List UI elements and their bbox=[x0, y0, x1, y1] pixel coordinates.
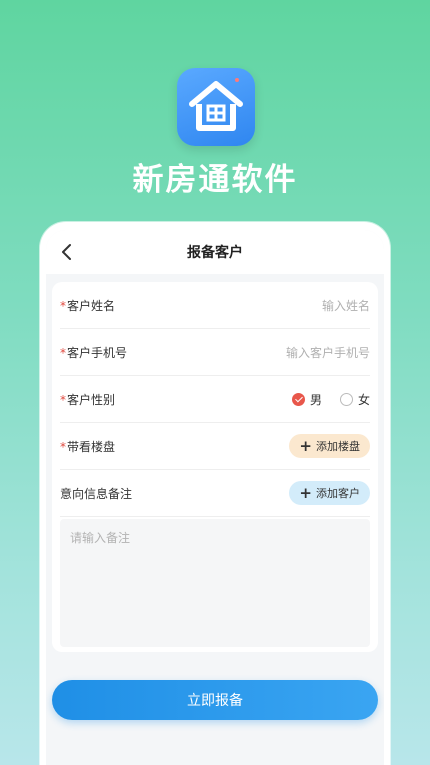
nav-bar: 报备客户 bbox=[46, 230, 384, 274]
name-row: *客户姓名 输入姓名 bbox=[60, 282, 370, 329]
gender-row: *客户性别 男 女 bbox=[60, 376, 370, 423]
plus-icon: + bbox=[299, 484, 312, 502]
required-mark: * bbox=[60, 298, 66, 313]
property-row: *带看楼盘 + 添加楼盘 bbox=[60, 423, 370, 470]
add-customer-button[interactable]: + 添加客户 bbox=[289, 481, 370, 505]
gender-male-label[interactable]: 男 bbox=[310, 391, 322, 408]
app-title: 新房通软件 bbox=[132, 162, 298, 198]
submit-button[interactable]: 立即报备 bbox=[52, 680, 378, 720]
gender-label: *客户性别 bbox=[60, 392, 116, 407]
screen: 报备客户 *客户姓名 输入姓名 *客户手机号 输入客户手机号 *客户性别 男 女 bbox=[46, 230, 384, 765]
gender-male-radio[interactable] bbox=[291, 392, 305, 406]
gender-options: 男 女 bbox=[291, 391, 370, 408]
back-arrow-icon[interactable] bbox=[58, 242, 76, 262]
notes-label: 意向信息备注 bbox=[60, 486, 133, 501]
phone-input[interactable]: 输入客户手机号 bbox=[286, 344, 370, 361]
name-input[interactable]: 输入姓名 bbox=[322, 297, 370, 314]
house-icon bbox=[189, 78, 243, 131]
form-card: *客户姓名 输入姓名 *客户手机号 输入客户手机号 *客户性别 男 女 *带看楼… bbox=[52, 282, 378, 652]
gender-female-radio[interactable] bbox=[339, 392, 353, 406]
gender-female-label[interactable]: 女 bbox=[358, 391, 370, 408]
property-label: *带看楼盘 bbox=[60, 439, 116, 454]
phone-label: *客户手机号 bbox=[60, 345, 128, 360]
notes-textarea[interactable]: 请输入备注 bbox=[60, 519, 370, 647]
add-property-button[interactable]: + 添加楼盘 bbox=[289, 434, 370, 458]
page-title: 报备客户 bbox=[187, 245, 243, 261]
phone-row: *客户手机号 输入客户手机号 bbox=[60, 329, 370, 376]
required-mark: * bbox=[60, 392, 66, 407]
app-icon bbox=[177, 68, 255, 146]
required-mark: * bbox=[60, 345, 66, 360]
notes-row: 意向信息备注 + 添加客户 bbox=[60, 470, 370, 517]
required-mark: * bbox=[60, 439, 66, 454]
phone-frame: 报备客户 *客户姓名 输入姓名 *客户手机号 输入客户手机号 *客户性别 男 女 bbox=[40, 222, 390, 765]
name-label: *客户姓名 bbox=[60, 298, 116, 313]
plus-icon: + bbox=[299, 437, 312, 455]
